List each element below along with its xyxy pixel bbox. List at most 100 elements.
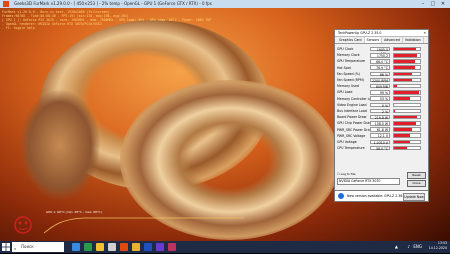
clock[interactable]: 13:53 14.12.2020	[429, 241, 447, 251]
sensor-graph	[393, 59, 421, 64]
sensor-name: GPU Load	[337, 90, 353, 95]
sensor-value[interactable]: 1.0310 V	[370, 139, 390, 145]
taskbar-search[interactable]: ⌕ Поиск	[12, 242, 64, 252]
search-placeholder: Поиск	[21, 244, 34, 249]
gpuz-titlebar: TechPowerUp GPU-Z 2.35.0 ✕	[335, 30, 428, 37]
sensor-value[interactable]: 61.8 W	[370, 127, 390, 132]
sensor-value[interactable]: 2200 RPM	[370, 77, 390, 83]
sensor-graph	[393, 102, 421, 108]
sensor-name: Memory Controller Load	[337, 96, 370, 101]
sensor-value[interactable]: 99 %	[370, 90, 390, 95]
close-button[interactable]: ✕	[438, 0, 448, 8]
edge-browser-icon[interactable]	[84, 243, 92, 251]
card-select[interactable]: NVIDIA GeForce RTX 3070	[337, 178, 400, 185]
sensor-graph-fill	[394, 54, 418, 57]
tab-sensors[interactable]: Sensors	[364, 37, 383, 43]
language-indicator[interactable]: ENG	[413, 244, 422, 249]
sensor-value[interactable]: 1750.2 MHz	[370, 53, 390, 63]
sensor-name: GPU Chip Power Draw	[337, 121, 370, 126]
sensor-graph-fill	[394, 78, 413, 82]
sensor-value[interactable]: 12.1 V	[370, 133, 390, 138]
taskbar: ⌕ Поиск ▲ ♪ ENG 13:53 14.12.2020	[0, 241, 450, 253]
file-explorer-icon[interactable]	[96, 243, 104, 251]
sensor-name: Video Engine Load	[337, 102, 367, 107]
sensor-name: Memory Used	[337, 84, 359, 89]
sensor-graph	[393, 121, 421, 126]
sensor-graph	[393, 83, 421, 89]
sensor-graph	[393, 127, 421, 132]
sensor-value[interactable]: 219.8 W	[370, 114, 390, 120]
sensor-name: Memory Clock	[337, 53, 360, 58]
sensor-graph	[393, 139, 421, 145]
network-icon[interactable]: ▲	[395, 244, 398, 249]
maximize-button[interactable]: □	[428, 0, 438, 8]
sensor-value[interactable]: 53 %	[370, 96, 390, 101]
update-now-button[interactable]: Update Now	[403, 193, 425, 201]
sensor-value[interactable]: 609 MB	[370, 83, 390, 89]
sensor-name: GPU Temperature	[337, 59, 365, 64]
sensor-value[interactable]: 2 %	[370, 108, 390, 114]
sensor-name: GPU Clock	[337, 47, 354, 52]
sensor-graph	[393, 53, 421, 58]
store-icon[interactable]	[108, 243, 116, 251]
sensor-value[interactable]: 0 %	[370, 102, 390, 108]
temp-graph	[44, 217, 244, 234]
sensor-value[interactable]: 58.0 °C	[370, 145, 390, 151]
sensor-graph-fill	[394, 128, 413, 131]
sensor-name: GPU Voltage	[337, 139, 357, 144]
windows-start-icon[interactable]	[2, 243, 10, 251]
sensor-graph	[393, 114, 421, 120]
gpuz-close-icon[interactable]: ✕	[423, 30, 426, 36]
sensor-name: Board Power Draw	[337, 115, 367, 120]
sensor-graph-fill	[394, 115, 418, 119]
tab-advanced[interactable]: Advanced	[382, 37, 403, 43]
sensor-graph	[393, 108, 421, 114]
task-view-icon[interactable]	[72, 243, 80, 251]
update-text: New version available: GPU-Z 2.36.0	[347, 194, 406, 198]
sensor-graph-fill	[394, 47, 417, 51]
minimize-button[interactable]: –	[418, 0, 428, 8]
sensor-graph-fill	[394, 66, 415, 69]
sensor-value[interactable]: 76.9 °C	[370, 65, 390, 70]
app-taskbar-icon[interactable]	[144, 243, 152, 251]
sensor-value[interactable]: 158.0 W	[370, 121, 390, 126]
gpuz-title: TechPowerUp GPU-Z 2.35.0	[338, 31, 382, 35]
sensor-graph-fill	[394, 134, 410, 137]
app-taskbar-icon[interactable]	[168, 243, 176, 251]
sensor-graph-fill	[394, 140, 410, 144]
sensor-graph	[393, 71, 421, 77]
furmark-osd: FurMark v1.29.0.0 - Burn-in test, 1920x1…	[2, 10, 211, 30]
sensor-value[interactable]: 1905.0 MHz	[370, 46, 390, 56]
gpuz-taskbar-icon[interactable]	[132, 243, 140, 251]
tab-validation[interactable]: Validation	[403, 37, 424, 43]
sensor-graph	[393, 145, 421, 151]
sensor-graph	[393, 96, 421, 101]
volume-icon[interactable]: ♪	[407, 244, 410, 249]
sensor-value[interactable]: 66 %	[370, 71, 390, 77]
info-icon	[338, 193, 344, 199]
update-notification: New version available: GPU-Z 2.36.0 Upda…	[334, 190, 429, 202]
sensor-graph-fill	[394, 146, 407, 150]
sensor-graph-fill	[394, 72, 413, 76]
furmark-logo-icon	[14, 216, 32, 234]
sensor-value[interactable]: 66.0 °C	[370, 59, 390, 64]
sensor-name: PWR_SRC Power Draw	[337, 127, 370, 132]
clock-date: 14.12.2020	[428, 246, 447, 250]
log-to-file-label: Log to file	[340, 172, 356, 176]
sensor-graph-fill	[394, 97, 410, 100]
sensor-name: Bus Interface Load	[337, 108, 367, 113]
sensor-list: GPU Clock 1905.0 MHz Memory Clock 1750.2 MH…	[335, 44, 428, 151]
sensor-graph	[393, 77, 421, 83]
sensor-row: CPU Temperature 58.0 °C	[337, 145, 426, 151]
sensor-name: Hot Spot	[337, 65, 351, 70]
gpuz-close-button[interactable]: Close	[407, 180, 426, 187]
sensor-graph	[393, 90, 421, 95]
reset-button[interactable]: Reset	[407, 172, 426, 179]
sensor-name: Fan Speed (RPM)	[337, 78, 364, 83]
window-title: Geeks3D FurMark v1.29.0.0 - [ 450×253 ] …	[14, 1, 212, 6]
tab-graphics-card[interactable]: Graphics Card	[337, 37, 365, 43]
sensor-graph-fill	[394, 60, 415, 63]
app-taskbar-icon[interactable]	[156, 243, 164, 251]
furmark-taskbar-icon[interactable]	[120, 243, 128, 251]
sensor-graph-fill	[394, 109, 396, 113]
